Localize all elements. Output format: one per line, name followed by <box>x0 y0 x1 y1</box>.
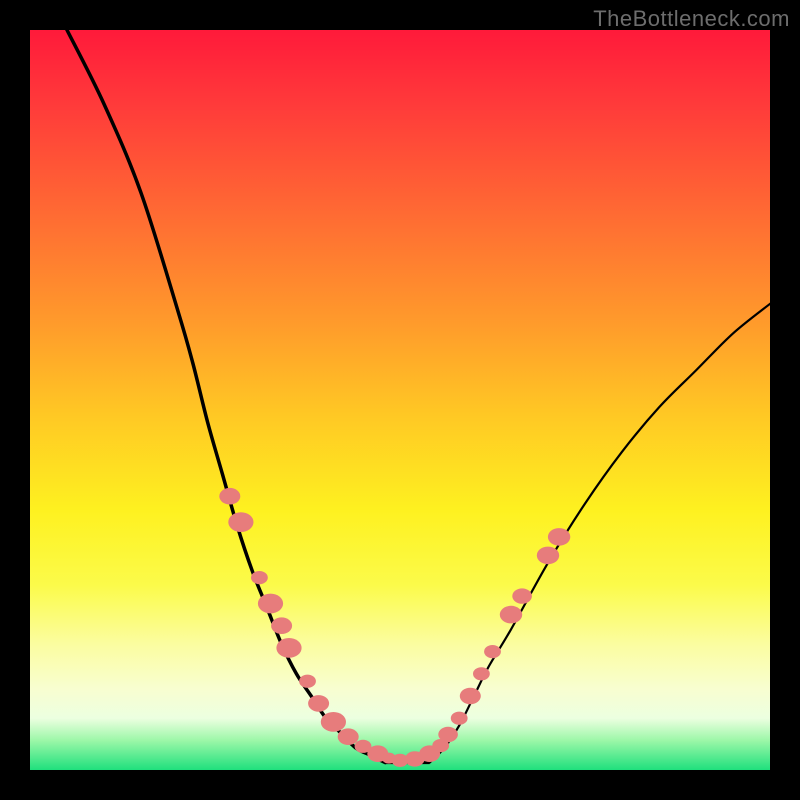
data-marker <box>228 512 253 532</box>
data-marker <box>338 728 359 745</box>
data-marker <box>473 667 490 680</box>
data-markers <box>219 488 570 767</box>
data-marker <box>271 617 292 634</box>
data-marker <box>484 645 501 658</box>
data-marker <box>251 571 268 584</box>
left-curve-path <box>67 30 385 763</box>
data-marker <box>500 606 522 624</box>
data-marker <box>308 695 329 712</box>
data-marker <box>276 638 301 658</box>
curve-layer <box>30 30 770 770</box>
data-marker <box>438 727 458 742</box>
data-marker <box>548 528 570 546</box>
data-marker <box>512 588 532 603</box>
data-marker <box>537 547 559 565</box>
right-curve-path <box>430 304 770 763</box>
data-marker <box>451 712 468 725</box>
plot-area <box>30 30 770 770</box>
data-marker <box>258 594 283 614</box>
watermark-label: TheBottleneck.com <box>593 6 790 32</box>
chart-stage: TheBottleneck.com <box>0 0 800 800</box>
data-marker <box>219 488 240 505</box>
data-marker <box>299 675 316 688</box>
data-marker <box>321 712 346 732</box>
data-marker <box>460 688 481 705</box>
